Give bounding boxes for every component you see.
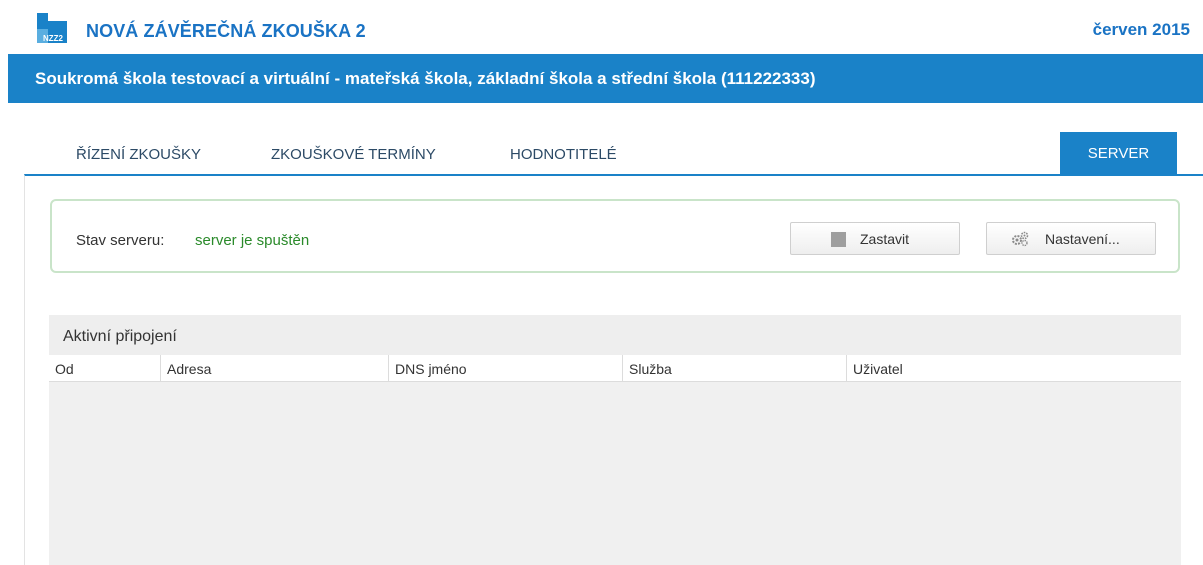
tab-evaluators[interactable]: HODNOTITELÉ bbox=[510, 146, 617, 163]
column-header-service[interactable]: Služba bbox=[623, 355, 847, 382]
active-connections-title: Aktivní připojení bbox=[63, 328, 177, 345]
school-name: Soukromá škola testovací a virtuální - m… bbox=[35, 69, 816, 88]
column-header-user[interactable]: Uživatel bbox=[847, 355, 1181, 382]
stop-server-label: Zastavit bbox=[860, 231, 910, 247]
school-bar: Soukromá škola testovací a virtuální - m… bbox=[8, 54, 1203, 103]
column-header-dns-name[interactable]: DNS jméno bbox=[389, 355, 623, 382]
tab-exam-management[interactable]: ŘÍZENÍ ZKOUŠKY bbox=[76, 146, 201, 163]
connections-table-body bbox=[49, 382, 1181, 565]
column-header-address[interactable]: Adresa bbox=[161, 355, 389, 382]
tab-server[interactable]: SERVER bbox=[1060, 132, 1177, 174]
tab-exam-terms[interactable]: ZKOUŠKOVÉ TERMÍNY bbox=[271, 146, 436, 163]
server-status-label: Stav serveru: bbox=[76, 232, 165, 249]
server-status-box: Stav serveru: server je spuštěn Zastavit… bbox=[50, 199, 1180, 273]
stop-server-button[interactable]: Zastavit bbox=[790, 222, 960, 255]
logo-text: NZZ2 bbox=[43, 34, 64, 43]
server-settings-label: Nastavení... bbox=[1045, 231, 1120, 247]
app-title: NOVÁ ZÁVĚREČNÁ ZKOUŠKA 2 bbox=[86, 21, 366, 41]
gears-icon bbox=[1012, 231, 1029, 247]
stop-icon bbox=[831, 232, 846, 247]
nzz2-logo-icon: NZZ2 bbox=[37, 13, 67, 43]
active-connections-panel: Aktivní připojení Od Adresa DNS jméno Sl… bbox=[49, 315, 1181, 565]
connections-table-header: Od Adresa DNS jméno Služba Uživatel bbox=[49, 355, 1181, 382]
app-date: červen 2015 bbox=[1092, 20, 1190, 39]
column-header-from[interactable]: Od bbox=[49, 355, 161, 382]
server-settings-button[interactable]: Nastavení... bbox=[986, 222, 1156, 255]
server-status-value: server je spuštěn bbox=[195, 232, 310, 249]
top-header: NZZ2 NOVÁ ZÁVĚREČNÁ ZKOUŠKA 2 červen 201… bbox=[0, 0, 1203, 54]
